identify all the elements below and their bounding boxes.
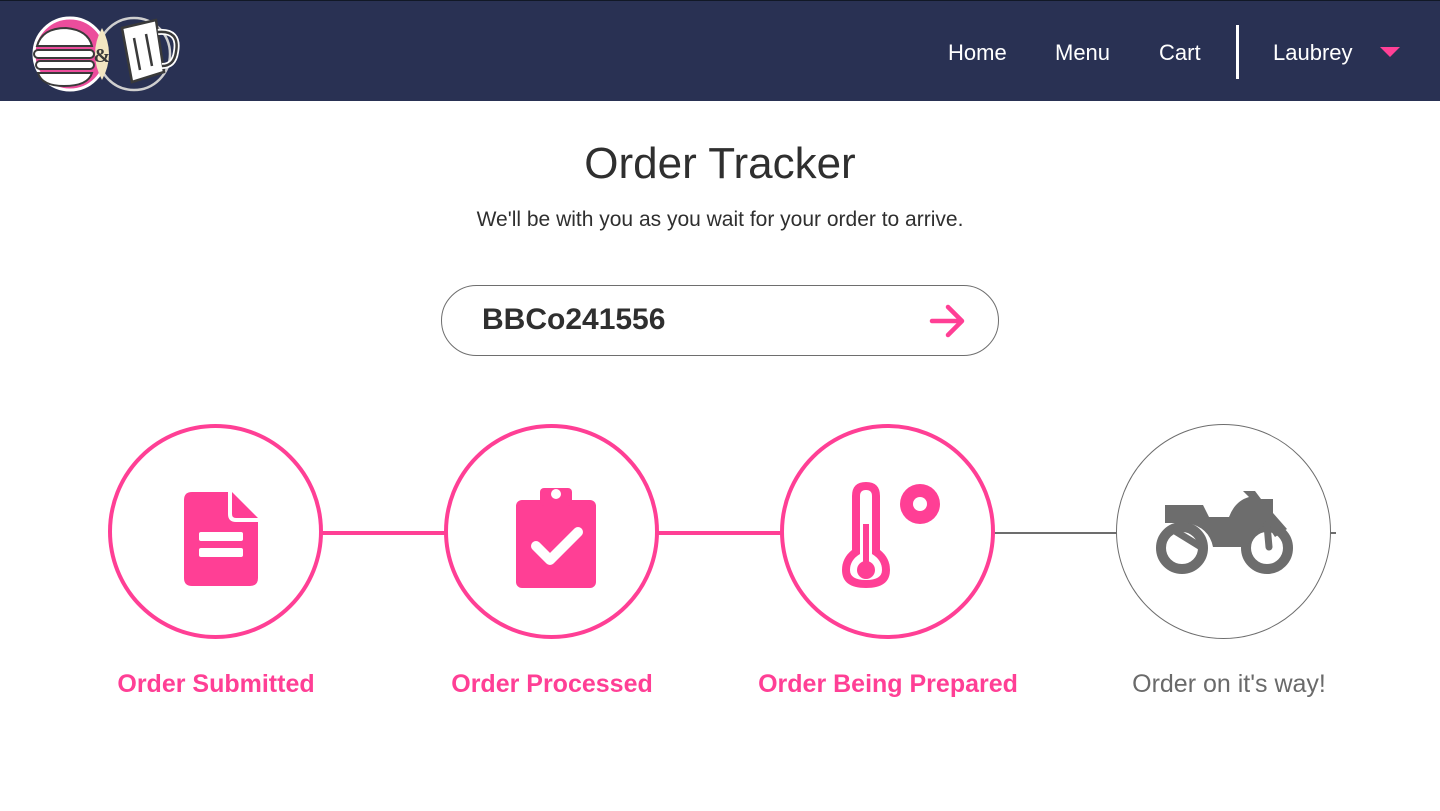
svg-text:&: & (94, 45, 111, 67)
step-order-processed (444, 424, 659, 639)
motorcycle-icon (1156, 491, 1293, 574)
step-order-on-its-way (1116, 424, 1331, 639)
step-order-being-prepared (780, 424, 995, 639)
order-number-search (441, 285, 999, 356)
burger-and-beer-logo[interactable]: & (30, 12, 180, 94)
nav-divider (1236, 25, 1239, 79)
document-icon (184, 492, 258, 586)
step-order-submitted (108, 424, 323, 639)
step-label: Order Being Prepared (758, 670, 1018, 698)
nav-menu-link[interactable]: Menu (1055, 39, 1110, 67)
thermometer-icon (842, 482, 940, 588)
step-label: Order Processed (451, 670, 653, 698)
step-label: Order on it's way! (1132, 670, 1326, 698)
progress-connector-pending (992, 532, 1120, 534)
order-number-input[interactable] (482, 300, 912, 340)
page-title: Order Tracker (584, 139, 856, 188)
progress-connector (320, 531, 448, 535)
top-navbar: & Home Menu Cart Laubrey (0, 0, 1440, 101)
caret-down-icon[interactable] (1380, 47, 1400, 57)
nav-cart-link[interactable]: Cart (1159, 39, 1201, 67)
progress-connector (656, 531, 784, 535)
nav-home-link[interactable]: Home (948, 39, 1007, 67)
step-label: Order Submitted (117, 670, 315, 698)
page-subtitle: We'll be with you as you wait for your o… (476, 208, 964, 231)
clipboard-check-icon (516, 488, 596, 588)
user-menu-name[interactable]: Laubrey (1273, 39, 1353, 67)
arrow-right-icon[interactable] (926, 301, 970, 341)
